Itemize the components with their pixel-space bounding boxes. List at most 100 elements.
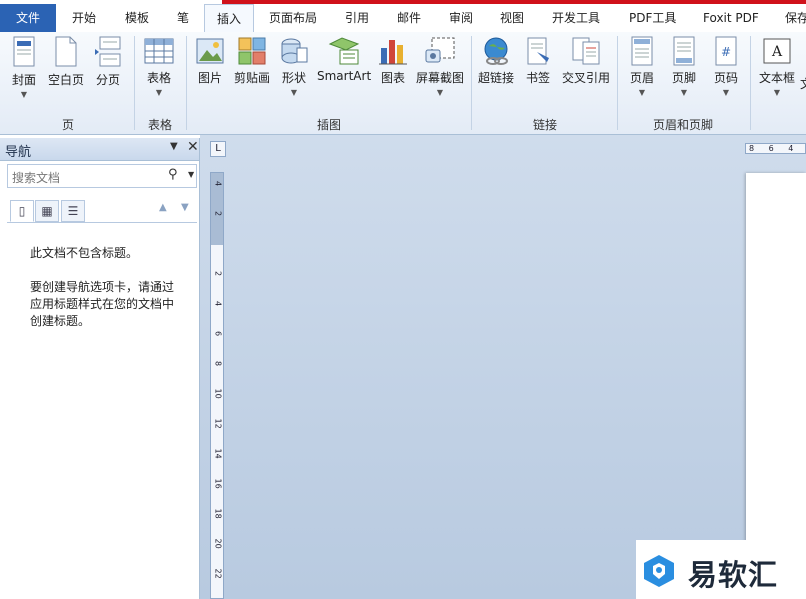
tab-home[interactable]: 开始	[72, 4, 96, 32]
group-divider	[186, 36, 187, 130]
group-divider	[617, 36, 618, 130]
group-tables-label: 表格	[147, 118, 172, 132]
header-button[interactable]: 页眉 ▼	[628, 36, 656, 98]
tab-page-layout[interactable]: 页面布局	[269, 4, 317, 32]
clipart-icon	[238, 37, 266, 65]
blank-page-icon	[55, 36, 77, 67]
screenshot-button[interactable]: 屏幕截图 ▼	[414, 36, 466, 98]
smartart-button[interactable]: SmartArt	[317, 36, 371, 83]
picture-button[interactable]: 图片	[194, 36, 226, 86]
tab-divider	[7, 222, 197, 223]
page-number-icon: #	[715, 36, 737, 66]
group-divider	[471, 36, 472, 130]
no-headings-message: 此文档不包含标题。	[30, 246, 139, 260]
ruler-tick: 4	[213, 180, 223, 187]
ruler-tick: 12	[213, 418, 223, 429]
bookmark-icon	[527, 37, 549, 65]
tab-review[interactable]: 审阅	[449, 4, 473, 32]
tab-results[interactable]: ☰	[61, 200, 85, 222]
logo-icon	[644, 555, 674, 587]
tab-developer[interactable]: 开发工具	[552, 4, 600, 32]
tab-save[interactable]: 保存	[785, 4, 806, 32]
picture-label: 图片	[197, 71, 222, 85]
wordart-button[interactable]: 文	[800, 72, 806, 92]
chevron-down-icon: ▼	[680, 88, 688, 97]
footer-icon	[673, 36, 695, 66]
group-links-label: 链接	[532, 118, 557, 132]
ribbon-insert: 封面 ▼ 空白页 分页 页 表格 ▼ 表格 图片 剪贴画 形状 ▼ SmartA…	[0, 32, 806, 135]
shapes-label: 形状	[281, 71, 306, 85]
page-break-button[interactable]: 分页	[93, 36, 123, 88]
horizontal-ruler[interactable]: 8 6 4	[745, 143, 806, 154]
tab-pen[interactable]: 笔	[177, 4, 189, 32]
tab-pdf-tools[interactable]: PDF工具	[629, 4, 676, 32]
tab-pages[interactable]: ▦	[35, 200, 59, 222]
ribbon-tabs: 文件 开始 模板 笔 插入 页面布局 引用 邮件 审阅 视图 开发工具 PDF工…	[0, 4, 806, 33]
previous-icon[interactable]: ▲	[159, 202, 167, 213]
chart-button[interactable]: 图表	[378, 36, 408, 86]
tab-foxit-pdf[interactable]: Foxit PDF	[703, 4, 759, 32]
tab-insert[interactable]: 插入	[204, 4, 254, 32]
smartart-icon	[328, 37, 360, 65]
group-divider	[134, 36, 135, 130]
group-header-footer-label: 页眉和页脚	[652, 118, 713, 132]
search-icon[interactable]: ⚲	[168, 167, 178, 182]
search-results-icon: ☰	[67, 204, 79, 218]
cover-button[interactable]: 封面 ▼	[8, 36, 40, 100]
tab-view[interactable]: 视图	[500, 4, 524, 32]
chart-icon	[379, 40, 407, 65]
chevron-down-icon: ▼	[155, 88, 163, 97]
watermark-text: 易软汇	[688, 558, 779, 592]
screenshot-label: 屏幕截图	[415, 71, 464, 85]
tab-file[interactable]: 文件	[0, 4, 56, 32]
help-text-line: 应用标题样式在您的文档中	[30, 297, 175, 311]
clipart-button[interactable]: 剪贴画	[233, 36, 271, 86]
chevron-down-icon: ▼	[290, 88, 298, 97]
page-number-button[interactable]: # 页码 ▼	[712, 36, 740, 98]
hyperlink-button[interactable]: 超链接	[477, 36, 515, 86]
headings-icon: ▯	[18, 204, 26, 218]
textbox-icon: A	[763, 38, 791, 64]
page-break-icon	[95, 36, 121, 67]
bookmark-label: 书签	[525, 71, 550, 85]
chevron-down-icon[interactable]: ▼	[188, 170, 194, 179]
close-icon[interactable]: ✕	[187, 139, 199, 155]
chevron-down-icon: ▼	[773, 88, 781, 97]
ruler-tick: 14	[213, 448, 223, 459]
tab-mailings[interactable]: 邮件	[397, 4, 421, 32]
footer-button[interactable]: 页脚 ▼	[670, 36, 698, 98]
table-label: 表格	[146, 71, 171, 85]
svg-text:A: A	[771, 44, 783, 60]
hyperlink-label: 超链接	[477, 71, 514, 85]
tab-headings[interactable]: ▯	[10, 200, 34, 222]
smartart-label: SmartArt	[317, 69, 372, 83]
bookmark-button[interactable]: 书签	[525, 36, 551, 86]
vertical-ruler[interactable]: 4 2 2 4 6 8 10 12 14 16 18 20 22	[210, 172, 224, 599]
chevron-down-icon: ▼	[722, 88, 730, 97]
document-area[interactable]: L 8 6 4 4 2 2 4 6 8 10 12 14 16 18 20 22	[200, 135, 806, 599]
search-field[interactable]: 搜索文档 ⚲ ▼	[7, 164, 197, 188]
wordart-label: 文	[800, 75, 806, 92]
ruler-tick: 16	[213, 478, 223, 489]
page-thumbnails-icon: ▦	[41, 204, 53, 218]
header-label: 页眉	[629, 71, 654, 85]
tab-templates[interactable]: 模板	[125, 4, 149, 32]
table-button[interactable]: 表格 ▼	[143, 36, 175, 98]
tab-references[interactable]: 引用	[345, 4, 369, 32]
ruler-tick: 10	[213, 388, 223, 399]
textbox-button[interactable]: A 文本框 ▼	[757, 36, 797, 98]
chart-label: 图表	[380, 71, 405, 85]
document-page[interactable]	[746, 173, 806, 599]
page-break-label: 分页	[95, 73, 120, 87]
cross-reference-button[interactable]: 交叉引用	[561, 36, 611, 86]
page-number-label: 页码	[713, 71, 738, 85]
shapes-button[interactable]: 形状 ▼	[279, 36, 309, 98]
blank-page-button[interactable]: 空白页	[47, 36, 85, 88]
group-illustrations-label: 插图	[316, 118, 341, 132]
next-icon[interactable]: ▼	[181, 202, 189, 213]
pane-menu-icon[interactable]: ▼	[170, 141, 178, 152]
ruler-tick: 6	[213, 330, 223, 337]
tab-stop-selector[interactable]: L	[210, 141, 226, 157]
ruler-tick: 18	[213, 508, 223, 519]
cover-label: 封面	[11, 73, 36, 87]
